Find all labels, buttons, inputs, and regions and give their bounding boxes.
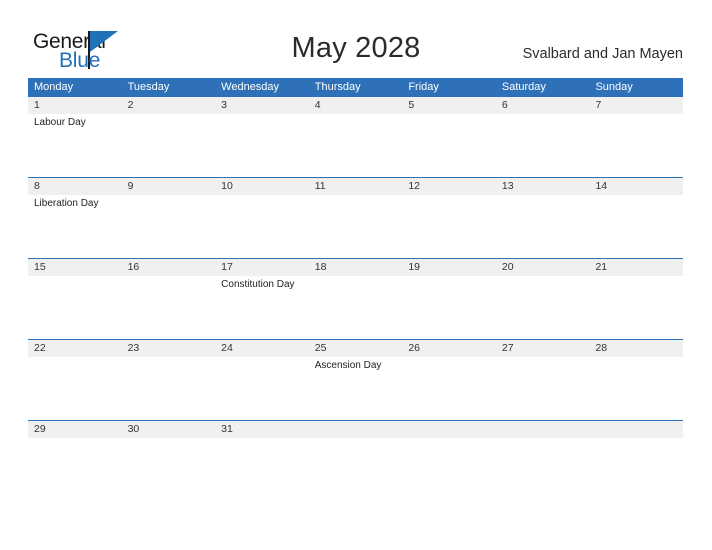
day-number: 12 <box>408 180 420 192</box>
day-cell[interactable]: 20 <box>496 259 590 339</box>
locale-label: Svalbard and Jan Mayen <box>522 46 683 62</box>
day-number: 23 <box>127 342 140 354</box>
day-number: 1 <box>34 99 40 111</box>
day-cell-empty <box>496 421 590 440</box>
day-cell[interactable]: 28 <box>589 340 683 420</box>
day-cell-empty <box>309 421 403 440</box>
day-cell[interactable]: 29 <box>28 421 122 440</box>
day-cell[interactable]: 4 <box>309 97 403 177</box>
day-cell[interactable]: 3 <box>215 97 309 177</box>
day-cell[interactable]: 1 Labour Day <box>28 97 122 177</box>
day-cell[interactable]: 11 <box>309 178 403 258</box>
day-number: 20 <box>501 261 514 273</box>
day-event: Labour Day <box>34 117 86 128</box>
day-cell[interactable]: 27 <box>496 340 590 420</box>
week-row: 29 30 31 <box>28 420 683 440</box>
calendar-page: General Blue May 2028 Svalbard and Jan M… <box>0 0 712 550</box>
day-number: 11 <box>314 180 326 192</box>
weekday-header-row: Monday Tuesday Wednesday Thursday Friday… <box>28 78 683 96</box>
weekday-header-wednesday: Wednesday <box>221 81 280 93</box>
day-number: 19 <box>408 261 420 273</box>
day-cell[interactable]: 26 <box>402 340 496 420</box>
day-cell[interactable]: 23 <box>122 340 216 420</box>
day-number: 7 <box>595 99 602 111</box>
weekday-header-saturday: Saturday <box>501 81 546 93</box>
day-cell-empty <box>589 421 683 440</box>
day-number: 24 <box>221 342 233 354</box>
day-cell[interactable]: 5 <box>402 97 496 177</box>
week-row: 15 16 17 Constitution Day 18 19 20 21 <box>28 258 683 339</box>
day-cell[interactable]: 16 <box>122 259 216 339</box>
day-event: Liberation Day <box>34 198 99 209</box>
day-cell-empty <box>402 421 496 440</box>
day-cell[interactable]: 19 <box>402 259 496 339</box>
day-cell[interactable]: 24 <box>215 340 309 420</box>
day-cell[interactable]: 25 Ascension Day <box>309 340 403 420</box>
day-number: 21 <box>595 261 608 273</box>
week-row: 1 Labour Day 2 3 4 5 6 7 <box>28 96 683 177</box>
day-number: 31 <box>221 423 233 435</box>
day-cell[interactable]: 8 Liberation Day <box>28 178 122 258</box>
week-row: 22 23 24 25 Ascension Day 26 27 28 <box>28 339 683 420</box>
day-cell[interactable]: 17 Constitution Day <box>215 259 309 339</box>
calendar-table: Monday Tuesday Wednesday Thursday Friday… <box>28 78 683 440</box>
day-number: 16 <box>127 261 140 273</box>
day-cell[interactable]: 7 <box>589 97 683 177</box>
day-number: 10 <box>221 180 233 192</box>
week-row: 8 Liberation Day 9 10 11 12 13 14 <box>28 177 683 258</box>
day-cell[interactable]: 30 <box>122 421 216 440</box>
day-number: 18 <box>314 261 327 273</box>
day-cell[interactable]: 10 <box>215 178 309 258</box>
weekday-header-friday: Friday <box>408 81 439 93</box>
day-cell[interactable]: 21 <box>589 259 683 339</box>
day-cell[interactable]: 2 <box>122 97 216 177</box>
day-event: Ascension Day <box>314 360 382 371</box>
day-cell[interactable]: 14 <box>589 178 683 258</box>
day-cell[interactable]: 9 <box>122 178 216 258</box>
day-number: 3 <box>221 99 227 111</box>
weekday-header-thursday: Thursday <box>314 81 361 93</box>
day-number: 17 <box>221 261 233 273</box>
day-number: 14 <box>595 180 608 192</box>
page-header: General Blue May 2028 Svalbard and Jan M… <box>0 0 712 78</box>
day-event: Constitution Day <box>221 279 295 290</box>
day-number: 13 <box>501 180 514 192</box>
day-number: 5 <box>408 99 415 111</box>
day-number: 30 <box>127 423 140 435</box>
day-number: 15 <box>34 261 46 273</box>
day-number: 2 <box>127 99 134 111</box>
day-number: 9 <box>127 180 134 192</box>
day-number: 4 <box>314 99 321 111</box>
day-number: 28 <box>595 342 608 354</box>
day-cell[interactable]: 6 <box>496 97 590 177</box>
day-number: 6 <box>501 99 508 111</box>
day-number: 27 <box>501 342 514 354</box>
day-cell[interactable]: 31 <box>215 421 309 440</box>
day-number: 8 <box>34 180 40 192</box>
weekday-header-tuesday: Tuesday <box>127 81 170 93</box>
day-cell[interactable]: 15 <box>28 259 122 339</box>
weekday-header-monday: Monday <box>34 81 74 93</box>
day-number: 26 <box>408 342 420 354</box>
day-number: 25 <box>314 342 327 354</box>
day-cell[interactable]: 18 <box>309 259 403 339</box>
day-cell[interactable]: 13 <box>496 178 590 258</box>
day-number: 22 <box>34 342 46 354</box>
day-number: 29 <box>34 423 46 435</box>
weekday-header-sunday: Sunday <box>595 81 633 93</box>
day-cell[interactable]: 12 <box>402 178 496 258</box>
day-cell[interactable]: 22 <box>28 340 122 420</box>
